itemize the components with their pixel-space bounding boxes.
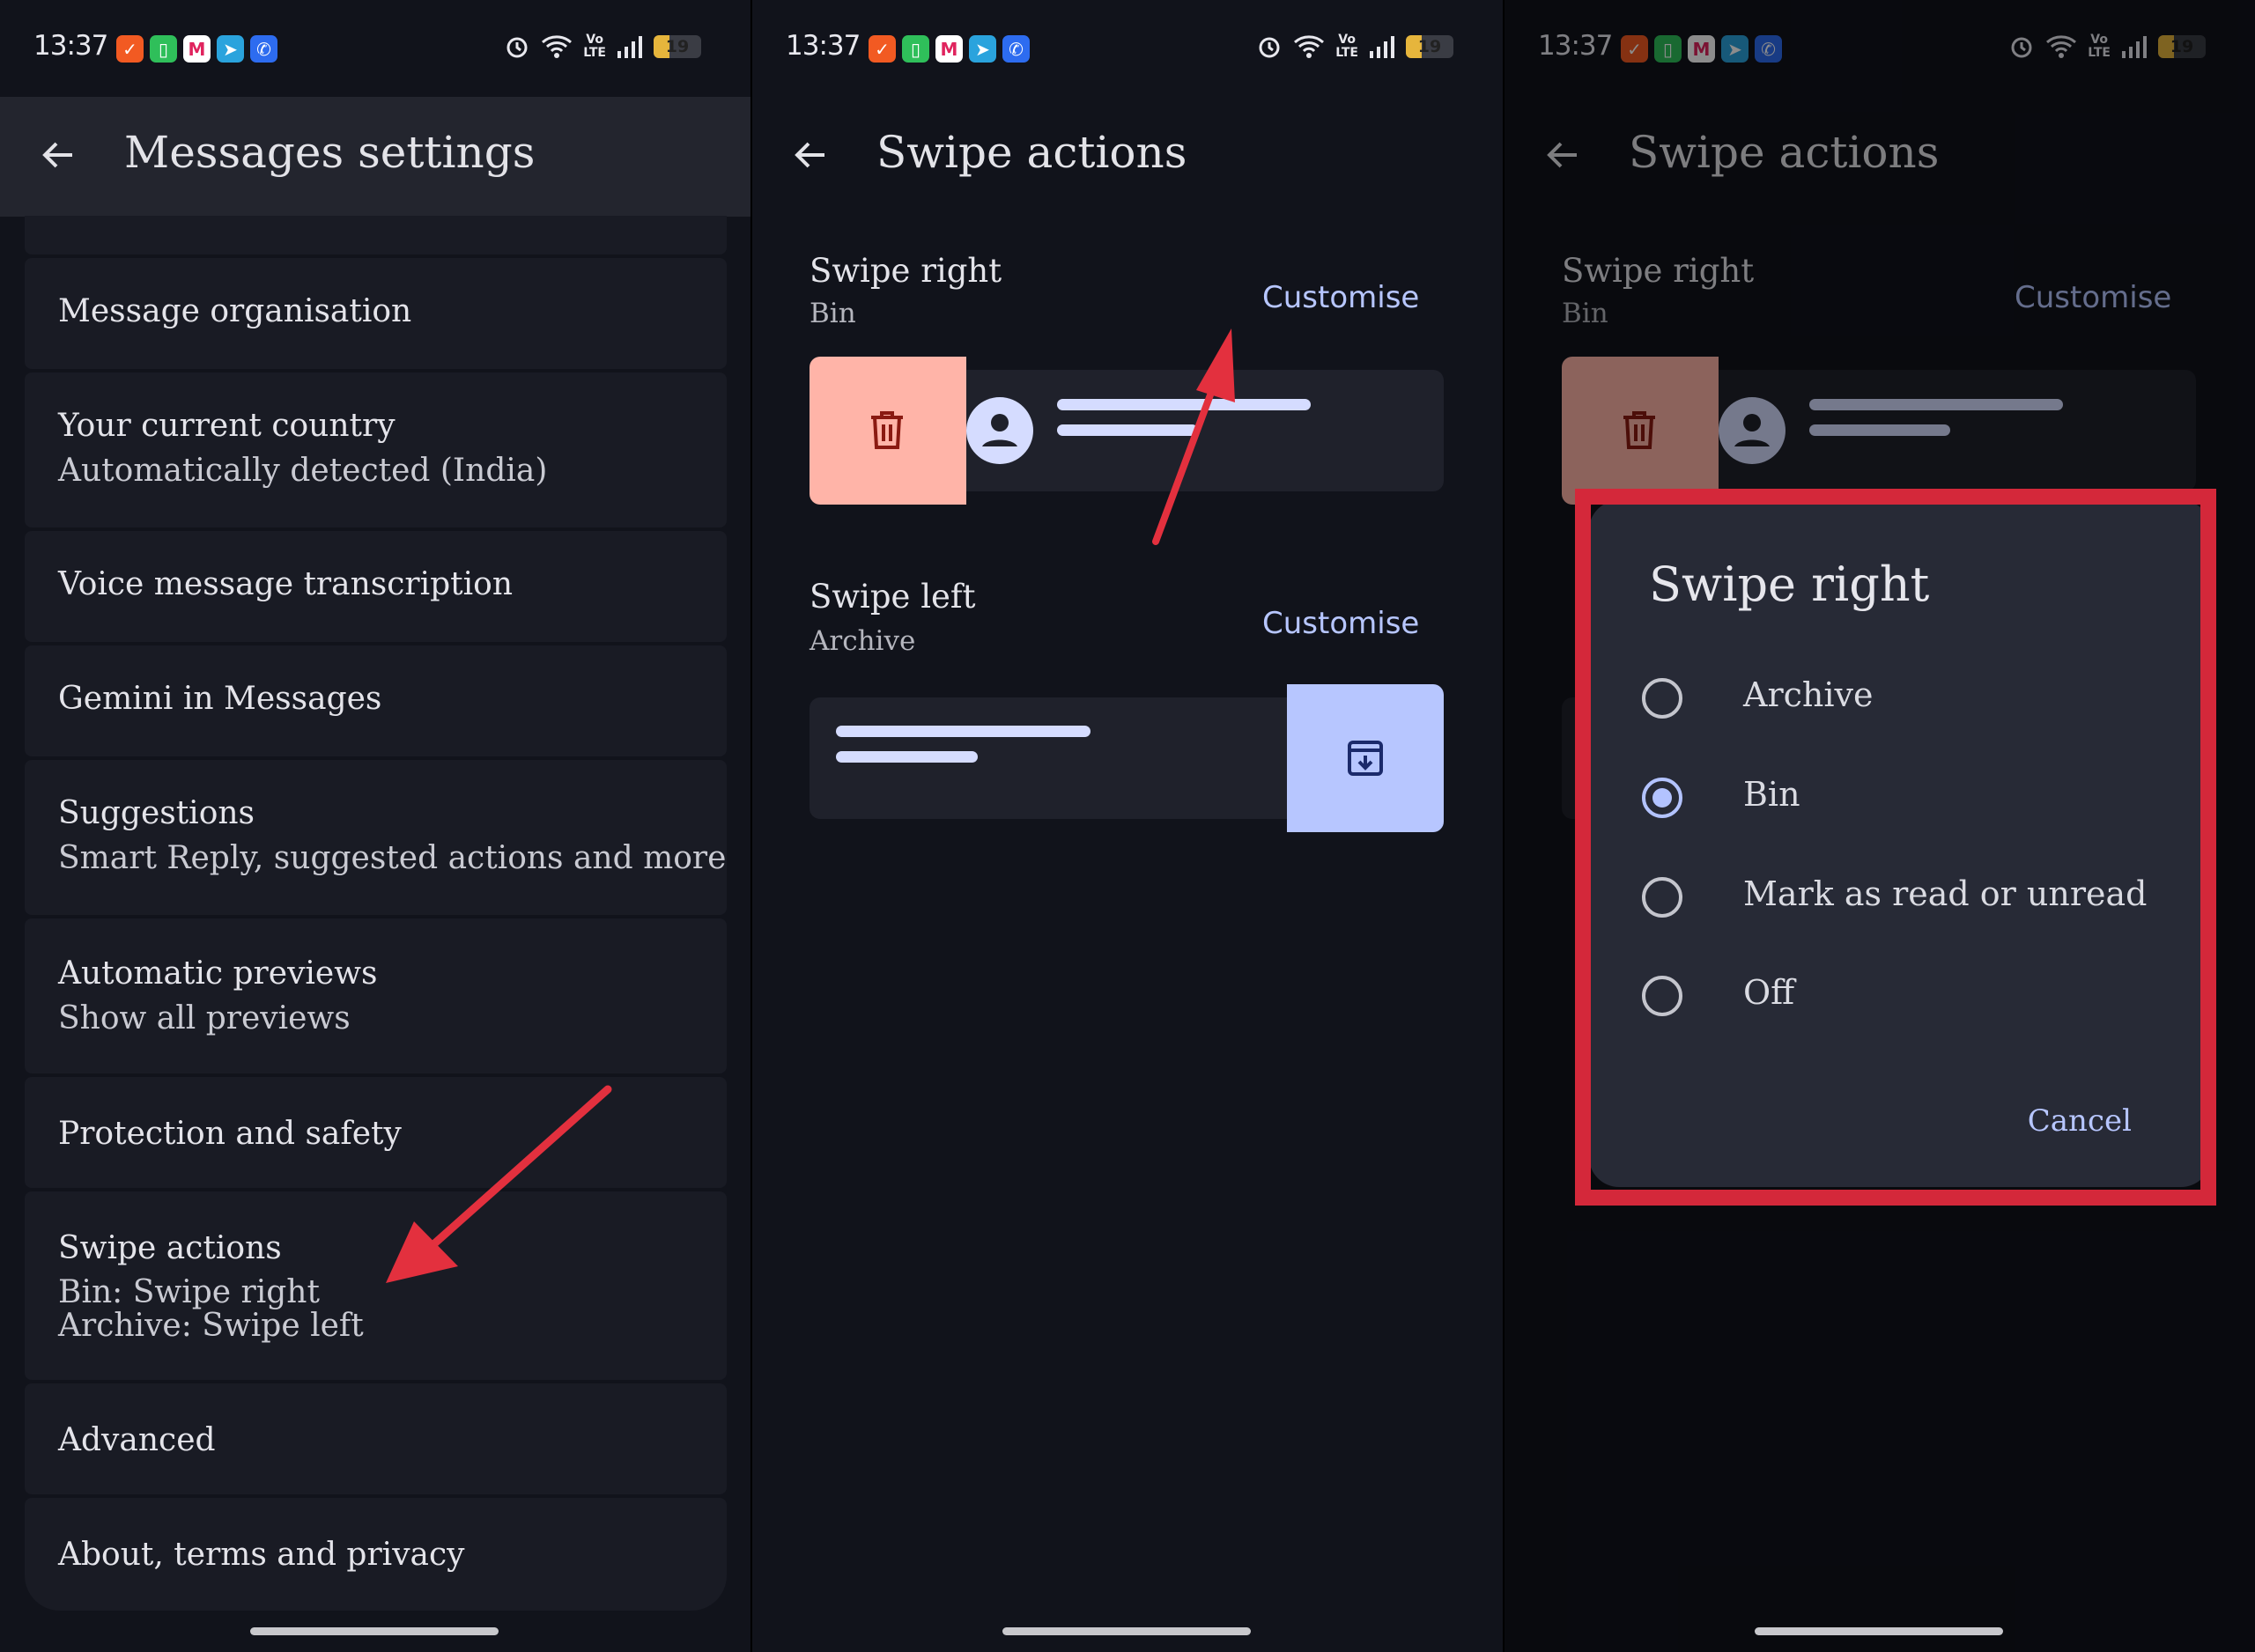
page-title: Messages settings bbox=[124, 127, 536, 178]
status-time: 13:37 bbox=[33, 30, 108, 62]
list-item-about[interactable]: About, terms and privacy bbox=[25, 1498, 727, 1611]
notification-icons: ✓ ▯ M ➤ ✆ bbox=[869, 35, 1030, 63]
swipe-right-customise-button[interactable]: Customise bbox=[1262, 280, 1419, 315]
status-bar: 13:37 ✓ ▯ M ➤ ✆ Vo LTE 19 bbox=[0, 0, 750, 97]
swipe-left-preview bbox=[810, 684, 1444, 832]
back-arrow-icon[interactable] bbox=[789, 134, 832, 176]
battery-icon: 19 bbox=[1406, 35, 1453, 58]
gesture-bar[interactable] bbox=[250, 1627, 499, 1635]
swipe-right-dialog-screen: 13:37 ✓ ▯ M ➤ ✆ Vo LTE 19 Swipe actions S… bbox=[1505, 0, 2255, 1652]
check-icon: ✓ bbox=[116, 35, 144, 63]
swipe-left-customise-button[interactable]: Customise bbox=[1262, 606, 1419, 641]
annotation-arrow bbox=[1152, 328, 1235, 545]
swipe-right-title: Swipe right bbox=[810, 252, 1002, 290]
swipe-right-value: Bin bbox=[810, 298, 856, 329]
battery-icon: 19 bbox=[654, 35, 701, 58]
phone-app-icon: ▯ bbox=[902, 35, 929, 63]
m-app-icon: M bbox=[183, 35, 211, 63]
bin-icon bbox=[871, 411, 903, 449]
swipe-left-value: Archive bbox=[810, 625, 916, 657]
list-item-message-organisation[interactable]: Message organisation bbox=[25, 258, 727, 369]
phone-call-icon: ✆ bbox=[1002, 35, 1030, 63]
system-icons: Vo LTE 19 bbox=[1256, 33, 1453, 60]
status-time: 13:37 bbox=[786, 30, 861, 62]
status-bar: 13:37 ✓ ▯ M ➤ ✆ Vo LTE 19 bbox=[752, 0, 1503, 97]
list-item-voice-transcription[interactable]: Voice message transcription bbox=[25, 531, 727, 642]
swipe-left-title: Swipe left bbox=[810, 578, 976, 616]
archive-action-area bbox=[1287, 684, 1444, 832]
annotation-arrow bbox=[386, 1085, 612, 1283]
list-item-automatic-previews[interactable]: Automatic previews Show all previews bbox=[25, 918, 727, 1073]
alarm-icon bbox=[1259, 37, 1280, 58]
volte-icon: Vo LTE bbox=[583, 33, 606, 60]
back-arrow-icon[interactable] bbox=[37, 134, 79, 176]
messages-settings-screen: 13:37 ✓ ▯ M ➤ ✆ Vo LTE 19 Messages settin… bbox=[0, 0, 750, 1652]
signal-icon bbox=[617, 36, 642, 58]
bin-action-area bbox=[810, 357, 966, 505]
swipe-right-preview bbox=[810, 357, 1444, 505]
list-item-partial[interactable] bbox=[25, 216, 727, 254]
volte-icon: Vo LTE bbox=[1335, 33, 1358, 60]
alarm-icon bbox=[506, 37, 528, 58]
m-app-icon: M bbox=[935, 35, 963, 63]
list-item-gemini[interactable]: Gemini in Messages bbox=[25, 645, 727, 756]
list-item-suggestions[interactable]: Suggestions Smart Reply, suggested actio… bbox=[25, 760, 727, 915]
archive-icon bbox=[1348, 741, 1383, 776]
system-icons: Vo LTE 19 bbox=[504, 33, 701, 60]
gesture-bar[interactable] bbox=[1002, 1627, 1251, 1635]
gesture-bar[interactable] bbox=[1755, 1627, 2003, 1635]
phone-app-icon: ▯ bbox=[150, 35, 177, 63]
swipe-actions-screen: 13:37 ✓ ▯ M ➤ ✆ Vo LTE 19 Swipe actions S… bbox=[752, 0, 1503, 1652]
list-item-current-country[interactable]: Your current country Automatically detec… bbox=[25, 372, 727, 527]
preview-line bbox=[836, 751, 978, 763]
wifi-icon bbox=[542, 35, 573, 58]
list-item-advanced[interactable]: Advanced bbox=[25, 1383, 727, 1494]
app-bar: Swipe actions bbox=[752, 97, 1503, 217]
telegram-icon: ➤ bbox=[217, 35, 244, 63]
wifi-icon bbox=[1294, 35, 1325, 58]
telegram-icon: ➤ bbox=[969, 35, 996, 63]
app-bar: Messages settings bbox=[0, 97, 750, 217]
preview-line bbox=[836, 726, 1091, 737]
annotation-highlight-box bbox=[1575, 489, 2216, 1206]
notification-icons: ✓ ▯ M ➤ ✆ bbox=[116, 35, 277, 63]
phone-call-icon: ✆ bbox=[250, 35, 277, 63]
signal-icon bbox=[1370, 36, 1394, 58]
check-icon: ✓ bbox=[869, 35, 896, 63]
page-title: Swipe actions bbox=[876, 127, 1187, 178]
avatar-icon bbox=[966, 397, 1033, 464]
